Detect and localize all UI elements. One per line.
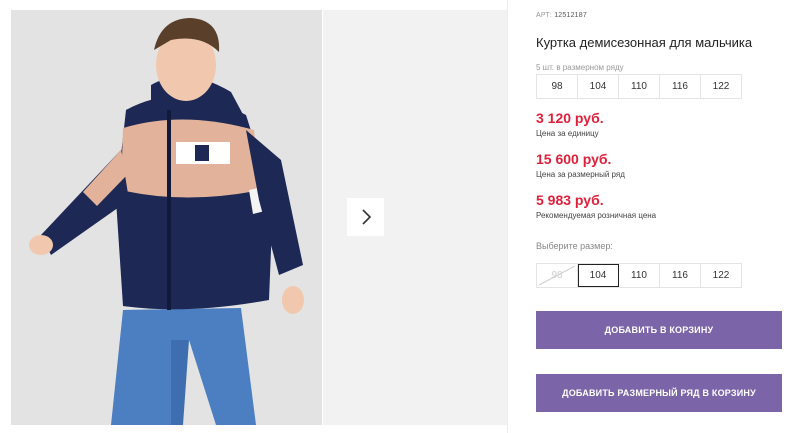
retail-price-label: Рекомендуемая розничная цена [536, 211, 657, 220]
size-row-label: 5 шт. в размерном ряду [536, 63, 624, 72]
product-title: Куртка демисезонная для мальчика [536, 35, 753, 50]
unavailable-cross-icon [538, 265, 576, 286]
article-number: 12512187 [554, 12, 587, 19]
size-select-label: Выберите размер: [536, 241, 613, 251]
row-price-label: Цена за размерный ряд [536, 170, 625, 179]
size-option-110[interactable]: 110 [619, 264, 660, 287]
size-option-label: 116 [672, 270, 688, 281]
product-image [11, 10, 322, 425]
size-row-cell: 110 [619, 75, 660, 98]
size-selector: 98 104 110 116 122 [536, 263, 742, 288]
gallery-next-button[interactable] [347, 198, 384, 236]
size-row-cell: 98 [537, 75, 578, 98]
size-option-98: 98 [537, 264, 578, 287]
retail-price: 5 983 руб. [536, 192, 604, 208]
unit-price-label: Цена за единицу [536, 129, 599, 138]
size-option-116[interactable]: 116 [660, 264, 701, 287]
article: АРТ: 12512187 [536, 12, 587, 19]
size-option-label: 122 [712, 270, 730, 281]
add-to-cart-button[interactable]: Добавить в корзину [536, 311, 782, 349]
size-option-122[interactable]: 122 [701, 264, 741, 287]
divider [507, 0, 508, 433]
size-option-label: 104 [589, 270, 607, 281]
product-photo [11, 10, 322, 425]
row-price: 15 600 руб. [536, 151, 612, 167]
chevron-right-icon [361, 209, 371, 225]
article-label: АРТ: [536, 12, 553, 19]
unit-price: 3 120 руб. [536, 110, 604, 126]
add-row-to-cart-button[interactable]: Добавить размерный ряд в корзину [536, 374, 782, 412]
size-row: 98 104 110 116 122 [536, 74, 742, 99]
size-row-cell: 122 [712, 81, 730, 92]
size-row-cell: 104 [578, 75, 619, 98]
size-row-cell: 116 [660, 75, 701, 98]
size-option-104[interactable]: 104 [578, 264, 619, 287]
size-option-label: 110 [631, 270, 647, 281]
